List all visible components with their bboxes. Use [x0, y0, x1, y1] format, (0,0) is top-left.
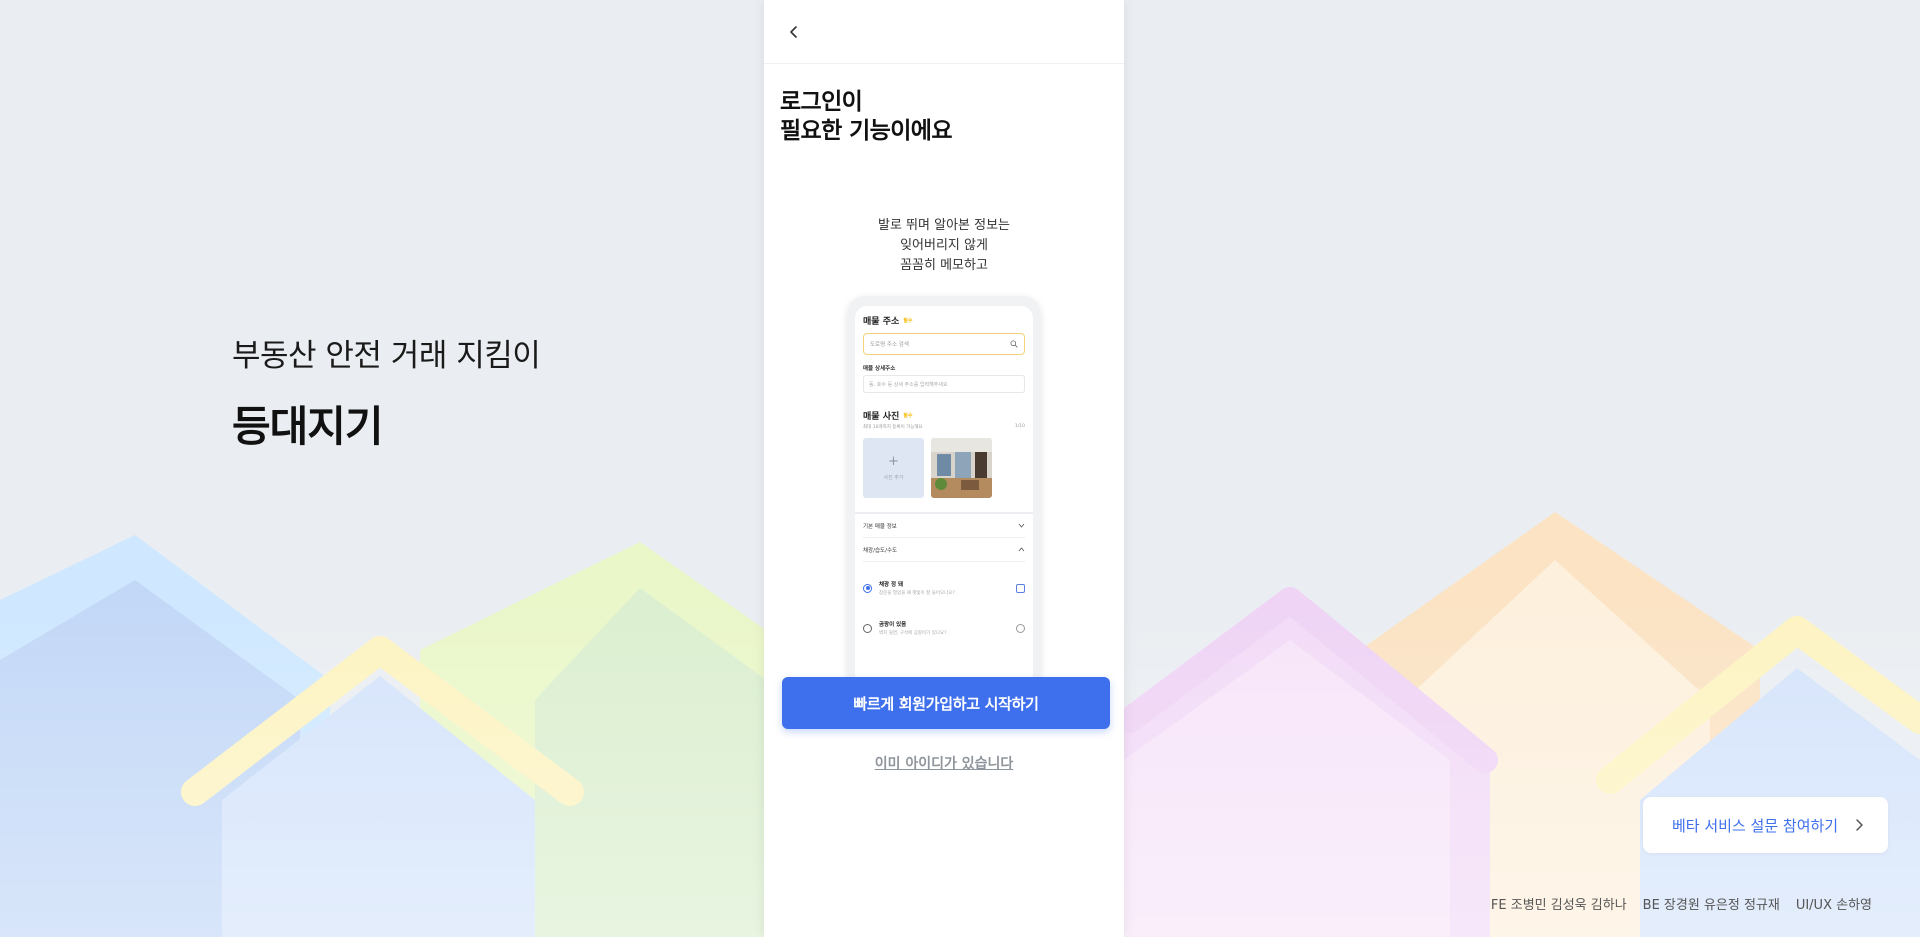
chevron-left-icon: [790, 26, 797, 38]
radio-unselected-icon: [863, 623, 872, 633]
brand-logo: 등대지기: [232, 402, 384, 451]
login-required-panel: 로그인이 필요한 기능이에요 발로 뛰며 알아본 정보는 잊어버리지 않게 꼼꼼…: [764, 0, 1124, 937]
page-title: 로그인이 필요한 기능이에요: [780, 88, 1124, 146]
page-title-line2: 필요한 기능이에요: [780, 118, 952, 144]
mockup-photo-title: 매물 사진 필수: [863, 409, 1025, 422]
mockup-check-item-1-desc: 창문을 열었을 때 햇빛이 잘 들어오나요?: [879, 591, 955, 596]
mockup-room-photo: [931, 438, 992, 498]
credits-fe: FE 조병민 김성욱 김하나: [1490, 898, 1627, 913]
mockup-address-title: 매물 주소 필수: [863, 314, 1025, 327]
chevron-right-icon: [1856, 819, 1863, 831]
brand-block: 부동산 안전 거래 지킴이 등대지기: [232, 330, 541, 454]
signup-start-button[interactable]: 빠르게 회원가입하고 시작하기: [782, 677, 1110, 729]
required-badge: 필수: [903, 413, 913, 419]
mockup-check-item-2: 곰팡이 있음 벽지 뒷면, 구석에 곰팡이가 있나요?: [863, 608, 1025, 648]
chevron-down-icon: [1018, 523, 1025, 528]
required-badge: 필수: [903, 318, 913, 324]
app-preview-mockup: 매물 주소 필수 도로명 주소 검색 매물 상세주소 동, 호수 등 상세 주소…: [847, 296, 1041, 686]
mockup-photo-hint: 최대 10개까지 등록이 가능해요: [863, 425, 923, 430]
beta-survey-label: 베타 서비스 설문 참여하기: [1672, 816, 1839, 835]
mockup-add-photo: + 사진 추가: [863, 438, 924, 498]
existing-account-link[interactable]: 이미 아이디가 있습니다: [764, 753, 1124, 773]
feature-description: 발로 뛰며 알아본 정보는 잊어버리지 않게 꼼꼼히 메모하고: [764, 216, 1124, 276]
beta-survey-button[interactable]: 베타 서비스 설문 참여하기: [1643, 797, 1888, 853]
mockup-photo-list: + 사진 추가: [863, 438, 1025, 498]
mockup-accordion-basic: 기본 매물 정보: [863, 514, 1025, 538]
mockup-add-photo-label: 사진 추가: [883, 475, 904, 481]
chevron-up-icon: [1018, 547, 1025, 552]
memo-icon: [1016, 583, 1025, 593]
mockup-check-item-1-text: 채광 정 돼 창문을 열었을 때 햇빛이 잘 들어오나요?: [879, 580, 1009, 596]
mockup-check-item-1-title: 채광 정 돼: [879, 582, 904, 588]
mockup-search-placeholder: 도로명 주소 검색: [870, 342, 909, 348]
mockup-detail-label: 매물 상세주소: [863, 366, 896, 372]
mockup-check-item-2-title: 곰팡이 있음: [879, 622, 907, 628]
mockup-screen: 매물 주소 필수 도로명 주소 검색 매물 상세주소 동, 호수 등 상세 주소…: [855, 306, 1033, 686]
description-line1: 발로 뛰며 알아본 정보는: [878, 218, 1010, 233]
credits-be: BE 장경원 유은정 정규재: [1642, 898, 1780, 913]
room-photo-image: [931, 438, 992, 498]
mockup-photo-title-text: 매물 사진: [863, 412, 900, 422]
mockup-accordion-light: 채광/습도/수도: [863, 538, 1025, 562]
camera-icon: [1016, 623, 1025, 633]
mockup-check-item-1: 채광 정 돼 창문을 열었을 때 햇빛이 잘 들어오나요?: [863, 568, 1025, 608]
description-line3: 꼼꼼히 메모하고: [900, 258, 988, 273]
mockup-check-item-2-desc: 벽지 뒷면, 구석에 곰팡이가 있나요?: [879, 631, 947, 636]
mockup-photo-count: 1/10: [1014, 424, 1025, 429]
mockup-photo-hint-row: 최대 10개까지 등록이 가능해요 1/10: [863, 424, 1025, 430]
mockup-check-item-2-text: 곰팡이 있음 벽지 뒷면, 구석에 곰팡이가 있나요?: [879, 620, 1009, 636]
plus-icon: +: [888, 454, 899, 469]
search-icon: [1010, 340, 1018, 348]
mockup-detail-input: 동, 호수 등 상세 주소를 입력해주세요: [863, 375, 1025, 393]
brand-tagline: 부동산 안전 거래 지킴이: [232, 338, 541, 374]
credits-design: UI/UX 손하영: [1795, 898, 1872, 913]
description-line2: 잊어버리지 않게: [900, 238, 988, 253]
radio-selected-icon: [863, 583, 872, 593]
mockup-accordion-basic-label: 기본 매물 정보: [863, 523, 897, 530]
mockup-address-title-text: 매물 주소: [863, 317, 900, 327]
mockup-accordion-light-label: 채광/습도/수도: [863, 547, 898, 554]
team-credits: FE 조병민 김성욱 김하나 BE 장경원 유은정 정규재 UI/UX 손하영: [1491, 894, 1872, 913]
back-button[interactable]: [782, 20, 806, 44]
panel-header: [764, 0, 1124, 64]
mockup-address-search: 도로명 주소 검색: [863, 333, 1025, 355]
page-title-line1: 로그인이: [780, 89, 863, 115]
